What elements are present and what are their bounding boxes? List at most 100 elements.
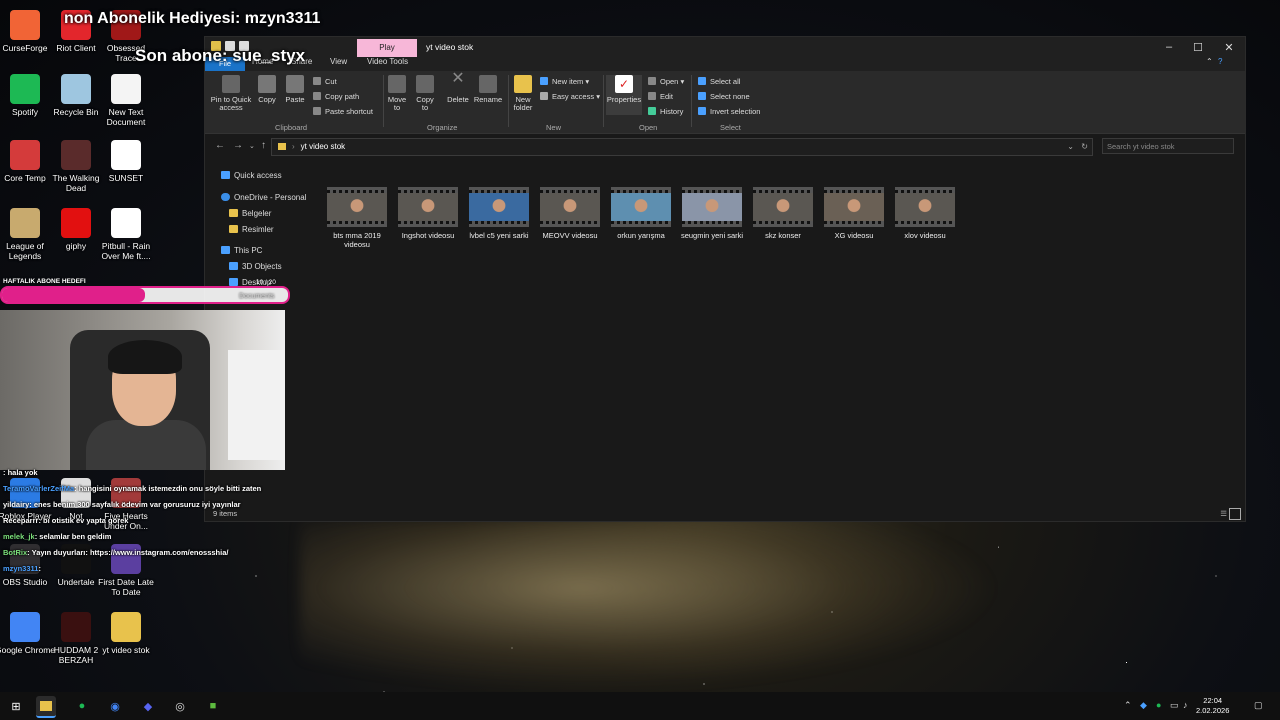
close-icon[interactable]: ✕ <box>1217 41 1241 54</box>
sub-goal-label: HAFTALIK ABONE HEDEFI <box>3 278 86 285</box>
video-file[interactable]: lvbel c5 yeni sarki <box>465 187 533 240</box>
video-file[interactable]: orkun yarışma <box>607 187 675 240</box>
chrome-taskbar-icon[interactable]: ◉ <box>105 696 125 716</box>
app-icon <box>111 140 141 170</box>
group-new: New <box>546 123 562 132</box>
desktop-icon[interactable]: New Text Document <box>96 74 156 127</box>
paste-shortcut-button[interactable]: Paste shortcut <box>313 107 373 116</box>
chat-username: yildairy <box>3 500 30 509</box>
select-none-button[interactable]: Select none <box>698 92 750 101</box>
paste-button[interactable]: Paste <box>282 75 308 104</box>
new-item-button[interactable]: New item ▾ <box>540 77 589 86</box>
nav-resimler[interactable]: Resimler <box>229 225 274 234</box>
tray-steam-icon[interactable]: ◆ <box>1140 700 1147 711</box>
large-icons-view-icon[interactable] <box>1229 508 1241 520</box>
file-explorer-taskbar-icon[interactable] <box>36 696 56 718</box>
group-open: Open <box>639 123 658 132</box>
maximize-icon[interactable]: ☐ <box>1186 41 1210 54</box>
clock-date: 2.02.2026 <box>1196 706 1230 715</box>
thumbnail-image <box>398 193 458 221</box>
nav-this-pc[interactable]: This PC <box>221 246 262 255</box>
app-icon <box>10 612 40 642</box>
discord-taskbar-icon[interactable]: ◆ <box>138 696 158 716</box>
new-folder-button[interactable]: New folder <box>511 75 535 112</box>
app-icon <box>10 74 40 104</box>
webcam-person-body <box>86 420 206 470</box>
spotify-taskbar-icon[interactable]: ● <box>72 696 92 716</box>
chat-text: : Yayın duyurları: https://www.instagram… <box>27 548 229 557</box>
obs-taskbar-icon[interactable]: ◎ <box>170 696 190 716</box>
network-icon[interactable]: ▭ <box>1170 700 1179 711</box>
search-input[interactable]: Search yt video stok <box>1102 138 1234 154</box>
wallpaper-nebula <box>300 520 1000 690</box>
app-icon <box>10 10 40 40</box>
folder-icon <box>278 143 286 150</box>
address-dropdown-icon[interactable]: ⌄ <box>1067 139 1074 155</box>
invert-selection-button[interactable]: Invert selection <box>698 107 760 116</box>
forward-arrow-icon[interactable]: → <box>233 140 243 151</box>
minecraft-taskbar-icon[interactable]: ■ <box>203 696 223 716</box>
tray-chevron-icon[interactable]: ⌃ <box>1124 700 1132 711</box>
video-file[interactable]: bts mma 2019 videosu <box>323 187 391 249</box>
minimize-icon[interactable]: – <box>1157 41 1181 53</box>
help-icon[interactable]: ? <box>1218 57 1222 66</box>
chat-text: : enes benim 300 sayfalık ödevim var gor… <box>29 500 241 509</box>
desktop-icon[interactable]: SUNSET <box>96 140 156 183</box>
video-file[interactable]: Ingshot videosu <box>394 187 462 240</box>
select-all-button[interactable]: Select all <box>698 77 740 86</box>
group-clipboard: Clipboard <box>275 123 308 132</box>
details-view-icon[interactable]: ☰ <box>1220 509 1227 518</box>
address-bar[interactable]: › yt video stok ⌄ ↻ <box>271 138 1093 156</box>
file-name: xlov videosu <box>904 231 946 240</box>
move-to-button[interactable]: Move to <box>385 75 409 112</box>
video-file[interactable]: MEOVV videosu <box>536 187 604 240</box>
chat-text: : <box>38 564 41 573</box>
edit-button[interactable]: Edit <box>648 92 673 101</box>
back-arrow-icon[interactable]: ← <box>215 140 225 151</box>
item-count: 9 items <box>213 509 238 518</box>
context-tab-play[interactable]: Play <box>357 39 417 57</box>
chat-username: TeramoVarlerZeifMa <box>3 484 75 493</box>
properties-button[interactable]: ✓ Properties <box>606 75 642 115</box>
chat-message: mzyn3311: <box>3 564 41 573</box>
easy-access-button[interactable]: Easy access ▾ <box>540 92 600 101</box>
desktop-icon[interactable]: yt video stok <box>96 612 156 655</box>
system-clock[interactable]: 22:04 2.02.2026 <box>1196 696 1229 716</box>
ribbon-collapse-icon[interactable]: ⌃ <box>1206 57 1213 66</box>
video-thumbnail <box>682 187 742 227</box>
video-file[interactable]: seugmin yeni sarki <box>678 187 746 240</box>
thumbnail-image <box>469 193 529 221</box>
video-file[interactable]: xlov videosu <box>891 187 959 240</box>
pin-quick-access-button[interactable]: Pin to Quick access <box>209 75 253 112</box>
up-arrow-icon[interactable]: ↑ <box>261 140 266 151</box>
tray-spotify-icon[interactable]: ● <box>1156 700 1161 710</box>
nav-quick-access[interactable]: Quick access <box>221 171 282 180</box>
recent-chevron-icon[interactable]: ⌄ <box>249 142 255 150</box>
refresh-icon[interactable]: ↻ <box>1081 139 1088 155</box>
delete-button[interactable]: ✕ Delete <box>445 71 471 104</box>
chat-message: : hala yok <box>3 468 38 477</box>
desktop-icon[interactable]: Pitbull - Rain Over Me ft.... <box>96 208 156 261</box>
copy-path-button[interactable]: Copy path <box>313 92 359 101</box>
video-file[interactable]: XG videosu <box>820 187 888 240</box>
thumbnail-image <box>327 193 387 221</box>
nav-belgeler[interactable]: Belgeler <box>229 209 271 218</box>
file-name: orkun yarışma <box>617 231 665 240</box>
cut-button[interactable]: Cut <box>313 77 337 86</box>
volume-icon[interactable]: ♪ <box>1183 700 1188 710</box>
video-file[interactable]: skz konser <box>749 187 817 240</box>
nav-onedrive[interactable]: OneDrive - Personal <box>221 193 306 202</box>
tab-video-tools[interactable]: Video Tools <box>367 57 408 66</box>
history-button[interactable]: History <box>648 107 683 116</box>
notification-icon[interactable]: ▢ <box>1254 700 1263 711</box>
start-windows-icon[interactable]: ⊞ <box>6 696 26 716</box>
open-button[interactable]: Open ▾ <box>648 77 684 86</box>
rename-button[interactable]: Rename <box>473 75 503 104</box>
webcam-person-hair <box>108 340 182 374</box>
copy-button[interactable]: Copy <box>255 75 279 104</box>
video-thumbnail <box>753 187 813 227</box>
tab-view[interactable]: View <box>330 57 347 66</box>
copy-to-button[interactable]: Copy to <box>413 75 437 112</box>
nav-3d-objects[interactable]: 3D Objects <box>229 262 282 271</box>
desktop-icon-label: Pitbull - Rain Over Me ft.... <box>101 241 151 261</box>
